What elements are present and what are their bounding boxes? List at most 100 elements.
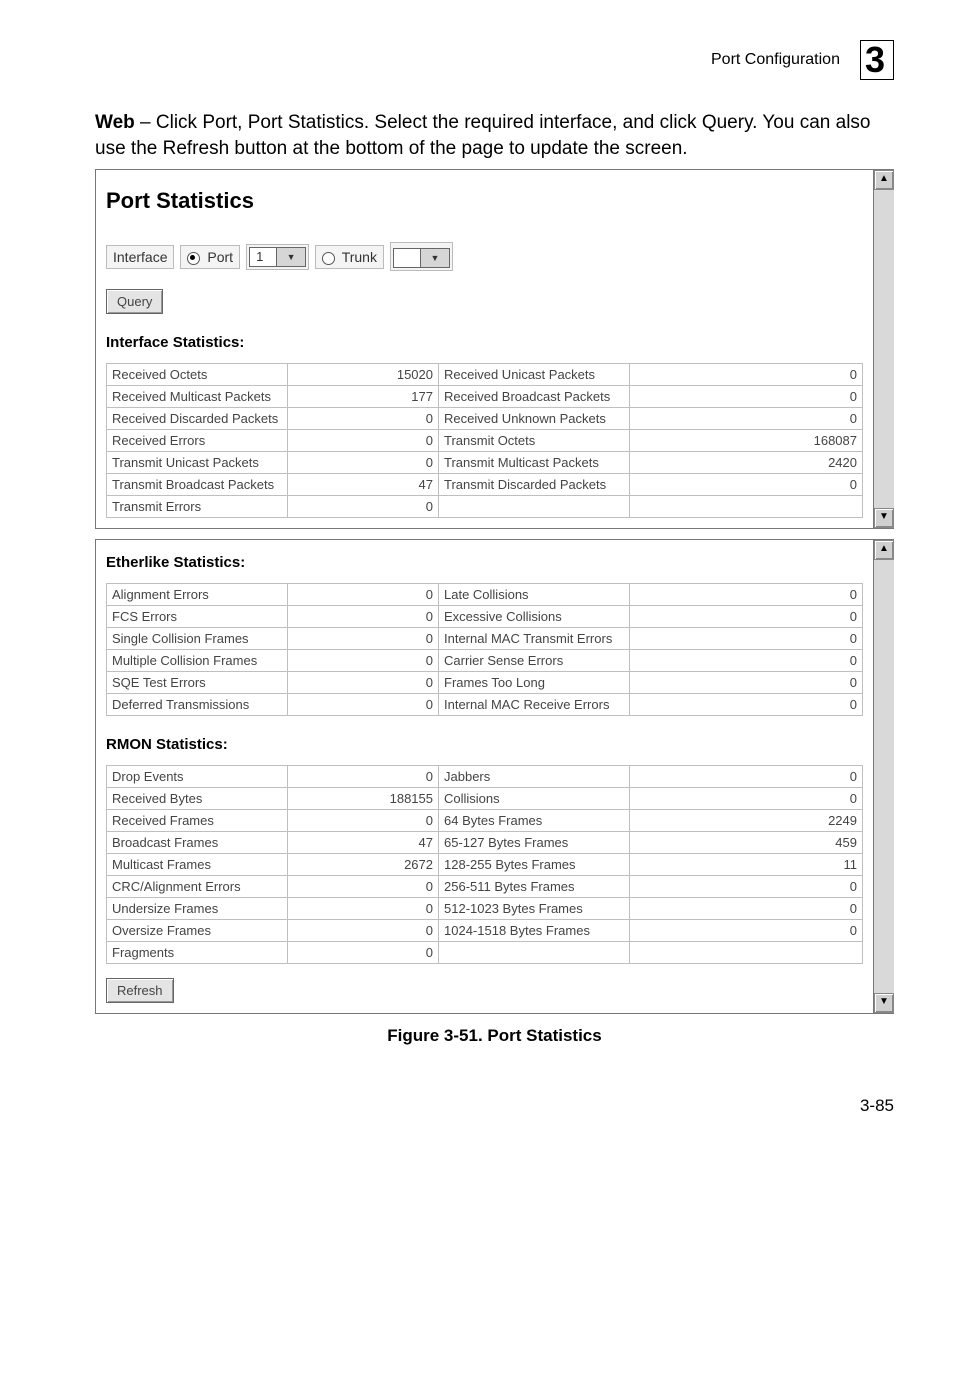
stat-label xyxy=(439,942,630,964)
chevron-down-icon[interactable]: ▼ xyxy=(276,248,305,266)
stat-value: 0 xyxy=(630,898,863,920)
trunk-select-cell: ▼ xyxy=(390,242,453,271)
stat-label: 256-511 Bytes Frames xyxy=(439,876,630,898)
stat-label: 128-255 Bytes Frames xyxy=(439,854,630,876)
stat-label: Received Bytes xyxy=(107,788,288,810)
stat-label: Received Discarded Packets xyxy=(107,408,288,430)
section-title: Port Configuration xyxy=(711,51,840,69)
query-button[interactable]: Query xyxy=(106,289,163,314)
stat-label: CRC/Alignment Errors xyxy=(107,876,288,898)
stat-value: 0 xyxy=(288,672,439,694)
stat-label: Received Multicast Packets xyxy=(107,386,288,408)
stat-value: 177 xyxy=(288,386,439,408)
stat-value: 0 xyxy=(288,430,439,452)
table-row: Received Frames064 Bytes Frames2249 xyxy=(107,810,863,832)
radio-trunk-icon[interactable] xyxy=(322,252,335,265)
table-row: Received Multicast Packets177Received Br… xyxy=(107,386,863,408)
interface-stats-heading: Interface Statistics: xyxy=(106,334,863,351)
table-row: Single Collision Frames0Internal MAC Tra… xyxy=(107,628,863,650)
scroll-down-icon[interactable]: ▼ xyxy=(874,508,894,528)
stat-value: 0 xyxy=(288,496,439,518)
stat-label: Frames Too Long xyxy=(439,672,630,694)
scroll-up-icon[interactable]: ▲ xyxy=(874,540,894,560)
rmon-table: Drop Events0Jabbers0Received Bytes188155… xyxy=(106,765,863,964)
table-row: Deferred Transmissions0Internal MAC Rece… xyxy=(107,694,863,716)
stat-label xyxy=(439,496,630,518)
page-header: Port Configuration 3 xyxy=(95,40,894,80)
stat-label: Transmit Unicast Packets xyxy=(107,452,288,474)
table-row: Transmit Unicast Packets0Transmit Multic… xyxy=(107,452,863,474)
stat-value: 2249 xyxy=(630,810,863,832)
stat-label: 1024-1518 Bytes Frames xyxy=(439,920,630,942)
table-row: Fragments0 xyxy=(107,942,863,964)
screenshot-panel-top: Port Statistics Interface Port 1 ▼ xyxy=(95,169,894,529)
stat-value: 0 xyxy=(288,628,439,650)
stat-value: 0 xyxy=(288,898,439,920)
stat-label: Excessive Collisions xyxy=(439,606,630,628)
stat-label: Carrier Sense Errors xyxy=(439,650,630,672)
stat-value xyxy=(630,496,863,518)
port-radio-cell[interactable]: Port xyxy=(180,245,240,269)
stat-value: 0 xyxy=(288,408,439,430)
stat-value: 0 xyxy=(630,628,863,650)
port-select-cell: 1 ▼ xyxy=(246,244,309,270)
stat-label: Received Unknown Packets xyxy=(439,408,630,430)
table-row: Drop Events0Jabbers0 xyxy=(107,766,863,788)
table-row: Received Errors0Transmit Octets168087 xyxy=(107,430,863,452)
stat-label: Deferred Transmissions xyxy=(107,694,288,716)
stat-value: 0 xyxy=(288,584,439,606)
radio-port-icon[interactable] xyxy=(187,252,200,265)
stat-label: Single Collision Frames xyxy=(107,628,288,650)
stat-value: 0 xyxy=(630,650,863,672)
table-row: Undersize Frames0512-1023 Bytes Frames0 xyxy=(107,898,863,920)
stat-value: 0 xyxy=(288,920,439,942)
stat-label: 512-1023 Bytes Frames xyxy=(439,898,630,920)
trunk-label: Trunk xyxy=(342,249,377,265)
stat-value: 0 xyxy=(288,876,439,898)
port-value: 1 xyxy=(250,249,276,264)
scrollbar[interactable]: ▲ ▼ xyxy=(873,540,894,1013)
stat-value: 0 xyxy=(630,788,863,810)
rmon-heading: RMON Statistics: xyxy=(106,736,863,753)
trunk-select[interactable]: ▼ xyxy=(393,248,450,268)
stat-value: 0 xyxy=(630,364,863,386)
stat-value: 0 xyxy=(630,672,863,694)
stat-label: SQE Test Errors xyxy=(107,672,288,694)
port-label: Port xyxy=(207,249,233,265)
scroll-up-icon[interactable]: ▲ xyxy=(874,170,894,190)
stat-label: Transmit Octets xyxy=(439,430,630,452)
page-number: 3-85 xyxy=(95,1096,894,1116)
stat-label: Late Collisions xyxy=(439,584,630,606)
stat-label: Multiple Collision Frames xyxy=(107,650,288,672)
stat-value: 0 xyxy=(630,694,863,716)
stat-value: 47 xyxy=(288,832,439,854)
table-row: SQE Test Errors0Frames Too Long0 xyxy=(107,672,863,694)
table-row: Oversize Frames01024-1518 Bytes Frames0 xyxy=(107,920,863,942)
intro-text: Web – Click Port, Port Statistics. Selec… xyxy=(95,110,894,161)
trunk-radio-cell[interactable]: Trunk xyxy=(315,245,384,269)
stat-value: 2672 xyxy=(288,854,439,876)
stat-label: Fragments xyxy=(107,942,288,964)
stat-value: 0 xyxy=(288,810,439,832)
stat-label: 64 Bytes Frames xyxy=(439,810,630,832)
interface-selector: Interface Port 1 ▼ Trunk xyxy=(106,242,863,271)
stat-value: 0 xyxy=(288,452,439,474)
figure-caption: Figure 3-51. Port Statistics xyxy=(95,1026,894,1046)
table-row: Transmit Broadcast Packets47Transmit Dis… xyxy=(107,474,863,496)
stat-value: 0 xyxy=(288,606,439,628)
refresh-button[interactable]: Refresh xyxy=(106,978,174,1003)
stat-value: 459 xyxy=(630,832,863,854)
table-row: Multiple Collision Frames 0Carrier Sense … xyxy=(107,650,863,672)
stat-label: Received Unicast Packets xyxy=(439,364,630,386)
scroll-down-icon[interactable]: ▼ xyxy=(874,993,894,1013)
table-row: Multicast Frames2672128-255 Bytes Frames… xyxy=(107,854,863,876)
stat-label: FCS Errors xyxy=(107,606,288,628)
stat-label: 65-127 Bytes Frames xyxy=(439,832,630,854)
scrollbar[interactable]: ▲ ▼ xyxy=(873,170,894,528)
chevron-down-icon[interactable]: ▼ xyxy=(420,249,449,267)
stat-value: 0 xyxy=(630,876,863,898)
stat-label: Transmit Multicast Packets xyxy=(439,452,630,474)
stat-value: 0 xyxy=(288,942,439,964)
port-select[interactable]: 1 ▼ xyxy=(249,247,306,267)
stat-value: 15020 xyxy=(288,364,439,386)
